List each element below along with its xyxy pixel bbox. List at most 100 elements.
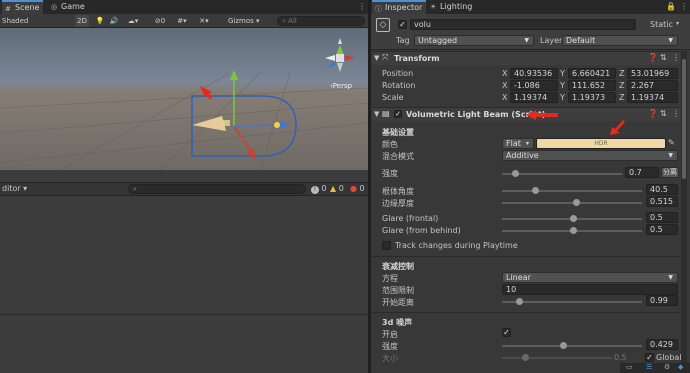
noise-size-slider[interactable] [502,352,612,364]
tools-icon[interactable]: ✕▾ [196,15,212,27]
script-icon: ▤ [382,109,390,118]
warning-icon: ▲ [330,184,337,193]
transform-header[interactable]: ▼ ⤧ Transform ❓ ⇅ ⋮ [372,51,680,65]
noise-enable-checkbox[interactable]: ✓ [502,328,511,337]
slider-knob[interactable] [570,227,577,234]
start-distance-field[interactable]: 0.99 [646,295,678,306]
scrollbar-thumb[interactable] [682,59,686,179]
range-field[interactable]: 10 [502,284,678,295]
slider-knob[interactable] [516,298,523,305]
x-axis-handle [233,125,253,154]
error-count-toggle[interactable]: ● 0 [350,184,365,193]
effects-dropdown-icon[interactable]: ☁▾ [125,15,141,27]
component-menu-icon[interactable]: ⋮ [672,53,680,62]
panel-splitter[interactable] [368,0,371,373]
annotation-arrow [200,86,212,100]
axis-x-label[interactable]: X [502,69,507,78]
transform-y-field[interactable]: 1.19373 [568,92,616,103]
slider-knob[interactable] [560,342,567,349]
slider-knob[interactable] [570,215,577,222]
info-count-toggle[interactable]: ! 0 [311,184,327,194]
separate-button[interactable]: 分离 [661,167,679,178]
axis-x-label[interactable]: X [502,93,507,102]
property-slider[interactable] [502,197,642,209]
preset-icon[interactable]: ⇅ [660,53,667,62]
grid-toggle-icon[interactable]: #▾ [174,15,190,27]
layers-icon[interactable]: ☰ [646,363,652,371]
transform-x-field[interactable]: -1.086 [510,80,558,91]
global-checkbox[interactable]: ✓ [645,353,654,362]
tag-dropdown[interactable]: Untagged ▼ [414,35,534,46]
lighting-toggle-icon[interactable]: 💡 [95,15,105,27]
axis-x-label[interactable]: X [502,81,507,90]
intensity-slider[interactable] [502,168,622,180]
transform-z-field[interactable]: 53.01969 [627,68,678,79]
axis-z-label[interactable]: Z [619,93,624,102]
property-slider[interactable] [502,225,642,237]
hidden-objects-icon[interactable]: ⊘0 [150,15,170,27]
scene-search-input[interactable]: ⌕ All [277,16,365,26]
slider-value-field[interactable]: 0.5 [646,212,678,223]
slider-knob[interactable] [573,199,580,206]
slider-value-field[interactable]: 40.5 [646,184,678,195]
slider-knob[interactable] [512,170,519,177]
tab-game[interactable]: ◎ Game [48,0,89,14]
transform-x-field[interactable]: 40.93536 [510,68,558,79]
eyedropper-icon[interactable]: ✎ [668,138,675,147]
transform-z-field[interactable]: 1.19374 [627,92,678,103]
transform-x-field[interactable]: 1.19374 [510,92,558,103]
equation-dropdown[interactable]: Linear ▼ [502,272,678,283]
preset-icon[interactable]: ⇅ [660,109,667,118]
slider-knob[interactable] [532,187,539,194]
menu-dots-icon[interactable]: ⋮ [358,2,366,11]
transform-y-field[interactable]: 6.660421 [568,68,616,79]
active-checkbox[interactable]: ✓ [398,20,407,29]
color-mode-dropdown[interactable]: Flat ▾ [502,138,534,149]
lock-icon[interactable]: 🔒 [666,2,676,11]
axis-y-label[interactable]: Y [560,93,565,102]
slider-value-field[interactable]: 0.515 [646,196,678,207]
annotation-arrow-color [608,120,626,138]
script-enabled-checkbox[interactable]: ✓ [394,110,402,118]
axis-z-label[interactable]: Z [619,69,624,78]
intensity-field[interactable]: 0.7 [625,167,659,178]
start-distance-slider[interactable] [502,296,642,308]
blend-mode-dropdown[interactable]: Additive ▼ [502,150,678,161]
transform-y-field[interactable]: 111.652 [568,80,616,91]
noise-intensity-slider[interactable] [502,340,642,352]
inspector-menu-icon[interactable]: ⋮ [680,2,688,11]
help-icon[interactable]: ❓ [648,109,658,118]
shading-mode-dropdown[interactable]: Shaded [2,15,52,27]
property-slider[interactable] [502,213,642,225]
component-menu-icon[interactable]: ⋮ [672,109,680,118]
scene-viewport[interactable]: ‹Persp [0,28,368,170]
object-name-field[interactable]: volu [410,19,636,30]
transform-z-field[interactable]: 2.267 [627,80,678,91]
color-swatch[interactable]: HDR [536,138,666,149]
property-slider[interactable] [502,185,642,197]
tab-scene[interactable]: # Scene [2,0,44,14]
help-icon[interactable]: ❓ [648,53,658,62]
axis-y-label[interactable]: Y [560,69,565,78]
bottom-panel-title-dropdown[interactable]: ditor ▾ [2,184,27,193]
tab-lighting[interactable]: ☀ Lighting [427,0,476,14]
warn-count-toggle[interactable]: ▲ 0 [330,184,344,193]
chevron-down-icon: ▼ [668,274,673,281]
axis-z-label[interactable]: Z [619,81,624,90]
console-search-input[interactable]: ⌕ [128,184,306,194]
cache-server-icon[interactable]: ▭ [626,363,633,371]
tab-inspector[interactable]: ⓘ Inspector [372,0,427,14]
inspector-scrollbar[interactable] [681,51,687,371]
debug-icon[interactable]: ⚙ [664,363,670,371]
noise-intensity-field[interactable]: 0.429 [646,339,678,350]
static-dropdown[interactable]: ▾ [676,20,679,27]
audio-toggle-icon[interactable]: 🔊 [109,15,119,27]
slider-value-field[interactable]: 0.5 [646,224,678,235]
track-changes-checkbox[interactable] [382,241,391,250]
layer-dropdown[interactable]: Default ▼ [562,35,678,46]
mode-2d-button[interactable]: 2D [75,15,89,27]
persp-label[interactable]: ‹Persp [330,82,352,90]
collab-icon[interactable]: ◆ [678,363,683,371]
axis-y-label[interactable]: Y [560,81,565,90]
gizmos-dropdown[interactable]: Gizmos ▾ [228,15,268,27]
